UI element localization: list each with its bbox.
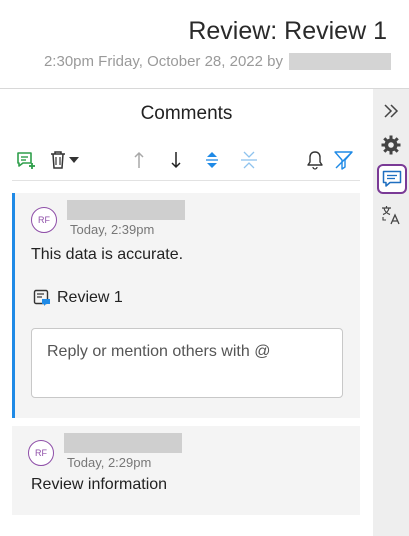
review-comment-icon [33,289,50,306]
redacted-author [67,200,185,220]
add-comment-icon[interactable] [14,148,38,172]
review-timestamp: 2:30pm Friday, October 28, 2022 by [43,53,283,70]
comment-timestamp: Today, 2:39pm [70,222,155,237]
gear-icon[interactable] [379,133,403,157]
filter-icon[interactable] [332,148,356,172]
comment-timestamp: Today, 2:29pm [67,455,152,470]
redacted-author [289,53,391,70]
avatar: RF [28,440,54,466]
review-reference[interactable]: Review 1 [33,289,123,307]
redacted-author [64,433,182,453]
review-header: Review: Review 1 2:30pm Friday, October … [0,0,409,88]
comments-toolbar [0,145,373,175]
reply-input[interactable] [31,328,343,398]
page-title: Review: Review 1 [188,17,387,45]
comments-icon[interactable] [377,164,407,194]
right-sidebar [373,89,409,536]
bell-icon[interactable] [303,148,327,172]
double-chevron-right-icon[interactable] [379,99,403,123]
comment-text: Review information [31,476,168,493]
toolbar-divider [12,180,360,181]
comments-panel: Comments RF Today, 2:39pm This data is a… [0,89,373,536]
comment-card[interactable]: RF Today, 2:29pm Review information [12,426,360,515]
translate-icon[interactable] [379,203,403,227]
review-meta: 2:30pm Friday, October 28, 2022 by [44,53,391,70]
comment-text: This data is accurate. [31,246,184,263]
chevron-down-icon[interactable] [66,148,82,172]
arrow-down-icon[interactable] [164,148,188,172]
collapse-all-icon[interactable] [237,148,261,172]
expand-all-icon[interactable] [200,148,224,172]
comment-card-selected[interactable]: RF Today, 2:39pm This data is accurate. … [12,193,360,418]
review-reference-label: Review 1 [57,289,123,306]
arrow-up-icon[interactable] [127,148,151,172]
avatar: RF [31,207,57,233]
panel-title: Comments [140,103,233,124]
